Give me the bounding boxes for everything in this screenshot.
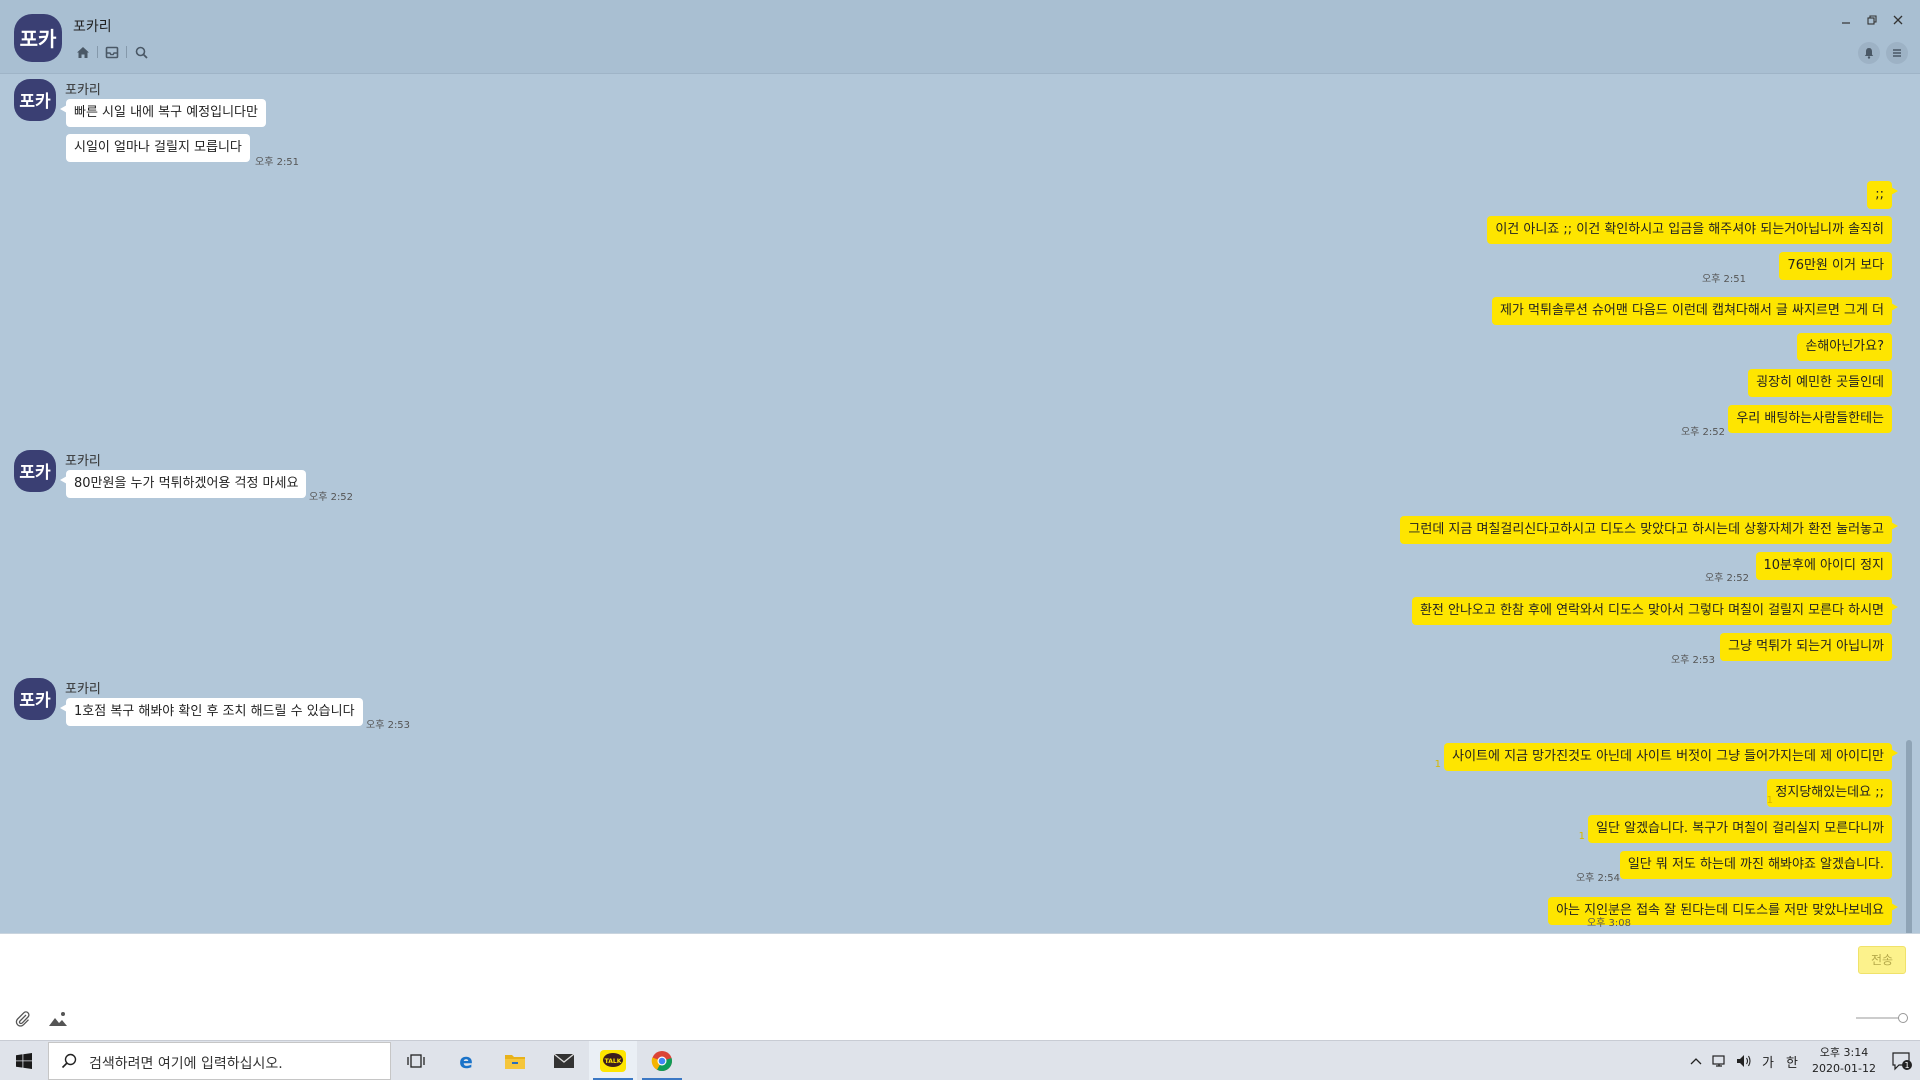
opacity-slider[interactable] [1856, 1013, 1908, 1023]
svg-text:1: 1 [1904, 1061, 1909, 1070]
message-time: 오후 2:53 [1670, 655, 1715, 666]
message-bubble-outgoing[interactable]: 우리 배팅하는사람들한테는 [1728, 405, 1892, 433]
toolbar-divider [126, 46, 127, 58]
message-bubble-outgoing[interactable]: 환전 안나오고 한참 후에 연락와서 디도스 맞아서 그렇다 며칠이 걸릴지 모… [1411, 597, 1899, 625]
message-bubble-incoming[interactable]: 빠른 시일 내에 복구 예정입니다만 [60, 99, 266, 127]
taskbar-clock[interactable]: 오후 3:14 2020-01-12 [1804, 1045, 1884, 1077]
title-bar: 포카 포카리 [0, 0, 1920, 74]
send-button[interactable]: 전송 [1858, 946, 1906, 974]
search-icon[interactable] [131, 43, 151, 61]
unread-count: 1 [1434, 759, 1441, 770]
network-icon[interactable] [1708, 1041, 1732, 1080]
sender-avatar[interactable]: 포카 [14, 450, 56, 492]
message-bubble-incoming[interactable]: 시일이 얼마나 걸릴지 모릅니다 [66, 134, 250, 162]
svg-text:e: e [459, 1050, 473, 1072]
paperclip-icon[interactable] [14, 1010, 34, 1030]
clock-time: 오후 3:14 [1819, 1046, 1869, 1059]
window-controls [1836, 10, 1908, 30]
search-icon [61, 1053, 77, 1073]
sender-name: 포카리 [65, 83, 101, 98]
message-bubble-outgoing[interactable]: 제가 먹튀솔루션 슈어맨 다음드 이런데 캡쳐다해서 글 싸지르면 그게 더 [1491, 297, 1899, 325]
ime-mode[interactable]: 한 [1780, 1041, 1804, 1080]
message-bubble-outgoing[interactable]: 손해아닌가요? [1797, 333, 1892, 361]
sender-avatar[interactable]: 포카 [14, 79, 56, 121]
message-bubble-outgoing[interactable]: ;; [1867, 181, 1898, 209]
minimize-icon[interactable] [1836, 10, 1856, 30]
ime-language[interactable]: 가 [1756, 1041, 1780, 1080]
menu-icon[interactable] [1886, 42, 1908, 64]
message-bubble-outgoing[interactable]: 일단 알겠습니다. 복구가 며칠이 걸리실지 모른다니까 [1588, 815, 1892, 843]
toolbar-divider [97, 46, 98, 58]
message-time: 오후 2:53 [366, 720, 411, 731]
sender-name: 포카리 [65, 454, 101, 469]
svg-text:포카: 포카 [20, 27, 57, 51]
message-bubble-outgoing[interactable]: 그런데 지금 며칠걸리신다고하시고 디도스 맞았다고 하시는데 상황자체가 환전… [1400, 516, 1898, 544]
slider-knob[interactable] [1898, 1013, 1908, 1023]
message-bubble-incoming[interactable]: 1호점 복구 해봐야 확인 후 조치 해드릴 수 있습니다 [60, 698, 363, 726]
file-explorer-icon[interactable] [491, 1041, 539, 1080]
message-bubble-outgoing[interactable]: 사이트에 지금 망가진것도 아닌데 사이트 버젓이 그냥 들어가지는데 제 아이… [1444, 743, 1898, 771]
unread-count: 1 [1766, 795, 1773, 806]
message-time: 오후 2:52 [1680, 427, 1725, 438]
unread-count: 1 [1578, 831, 1585, 842]
mail-icon[interactable] [540, 1041, 588, 1080]
message-time: 오후 2:54 [1575, 873, 1620, 884]
system-tray: 가 한 오후 3:14 2020-01-12 1 [1684, 1041, 1920, 1080]
message-time: 오후 2:51 [1701, 274, 1746, 285]
taskbar-search[interactable]: 검색하려면 여기에 입력하십시오. [48, 1042, 391, 1080]
message-input-panel: 전송 [0, 933, 1920, 1040]
chatroom-avatar[interactable]: 포카 [14, 14, 62, 62]
svg-text:TALK: TALK [605, 1058, 622, 1065]
message-time: 오후 2:51 [255, 157, 300, 168]
search-placeholder: 검색하려면 여기에 입력하십시오. [89, 1056, 283, 1072]
message-bubble-outgoing[interactable]: 그냥 먹튀가 되는거 아닙니까 [1720, 633, 1892, 661]
windows-taskbar: 검색하려면 여기에 입력하십시오. e TALK 가 한 오후 3:14 202… [0, 1040, 1920, 1080]
message-bubble-outgoing[interactable]: 이건 아니죠 ;; 이건 확인하시고 입금을 해주셔야 되는거아닙니까 솔직히 [1487, 216, 1892, 244]
message-bubble-outgoing[interactable]: 10분후에 아이디 정지 [1755, 552, 1892, 580]
message-bubble-outgoing[interactable]: 76만원 이거 보다 [1779, 252, 1892, 280]
image-icon[interactable] [48, 1010, 70, 1030]
sender-avatar[interactable]: 포카 [14, 678, 56, 720]
message-time: 오후 3:08 [1586, 918, 1631, 929]
notification-icon[interactable]: 1 [1884, 1041, 1920, 1080]
message-input[interactable] [12, 944, 1842, 1014]
svg-text:포카: 포카 [19, 92, 51, 112]
clock-date: 2020-01-12 [1812, 1062, 1876, 1075]
chatroom-tools [1858, 42, 1908, 64]
restore-icon[interactable] [1862, 10, 1882, 30]
unread-count: 1 [1607, 903, 1614, 914]
message-time: 오후 2:52 [1704, 573, 1749, 584]
home-icon[interactable] [73, 43, 93, 61]
svg-text:포카: 포카 [19, 691, 51, 711]
edge-browser-icon[interactable]: e [442, 1041, 490, 1080]
volume-icon[interactable] [1732, 1041, 1756, 1080]
drawer-icon[interactable] [102, 43, 122, 61]
chat-area[interactable]: 포카 포카리 빠른 시일 내에 복구 예정입니다만 시일이 얼마나 걸릴지 모릅… [0, 75, 1920, 933]
chrome-icon[interactable] [638, 1041, 686, 1080]
task-view-icon[interactable] [392, 1041, 440, 1080]
title-toolbar [73, 43, 151, 61]
message-bubble-outgoing[interactable]: 정지당해있는데요 ;; [1767, 779, 1892, 807]
message-bubble-incoming[interactable]: 80만원을 누가 먹튀하겠어용 걱정 마세요 [59, 470, 307, 498]
kakaotalk-icon[interactable]: TALK [589, 1041, 637, 1080]
sender-name: 포카리 [65, 682, 101, 697]
close-icon[interactable] [1888, 10, 1908, 30]
message-time: 오후 2:52 [309, 492, 354, 503]
chat-scrollbar[interactable] [1906, 740, 1912, 933]
message-bubble-outgoing[interactable]: 굉장히 예민한 곳들인데 [1748, 369, 1892, 397]
svg-text:포카: 포카 [19, 463, 51, 483]
message-bubble-outgoing[interactable]: 일단 뭐 저도 하는데 까진 해봐야죠 알겠습니다. [1619, 851, 1892, 879]
chevron-up-icon[interactable] [1684, 1041, 1708, 1080]
chatroom-title: 포카리 [73, 19, 112, 35]
bell-icon[interactable] [1858, 42, 1880, 64]
windows-start-icon[interactable] [0, 1041, 48, 1080]
